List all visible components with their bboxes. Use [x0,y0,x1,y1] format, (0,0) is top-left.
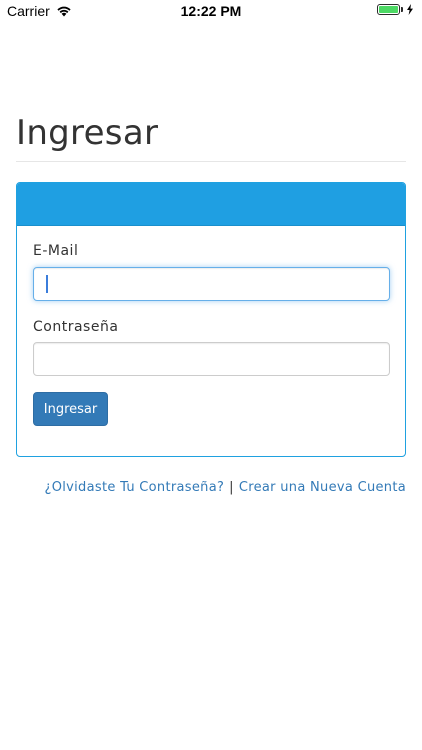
title-divider [16,161,406,162]
password-label: Contraseña [33,319,119,335]
page-title: Ingresar [16,113,159,153]
email-field[interactable] [33,267,390,301]
login-button[interactable]: Ingresar [33,392,108,426]
login-panel: E-Mail Contraseña Ingresar [16,182,406,457]
password-field[interactable] [33,342,390,376]
account-links: ¿Olvidaste Tu Contraseña? | Crear una Nuev… [45,480,407,495]
battery-icon [377,4,400,15]
login-screen: Carrier 12:22 PM Ingresar E-Mail Contras… [0,0,422,750]
battery-cap [401,7,403,12]
status-bar: Carrier 12:22 PM [0,0,422,22]
panel-heading [17,183,405,226]
charging-bolt-icon [407,4,413,15]
create-account-link[interactable]: Crear una Nueva Cuenta [239,480,406,495]
text-cursor [46,275,48,293]
email-label: E-Mail [33,243,79,259]
link-separator: | [229,480,234,495]
battery-level-fill [379,6,398,13]
battery-indicator [377,4,414,15]
status-time: 12:22 PM [180,3,242,19]
forgot-password-link[interactable]: ¿Olvidaste Tu Contraseña? [45,480,225,495]
